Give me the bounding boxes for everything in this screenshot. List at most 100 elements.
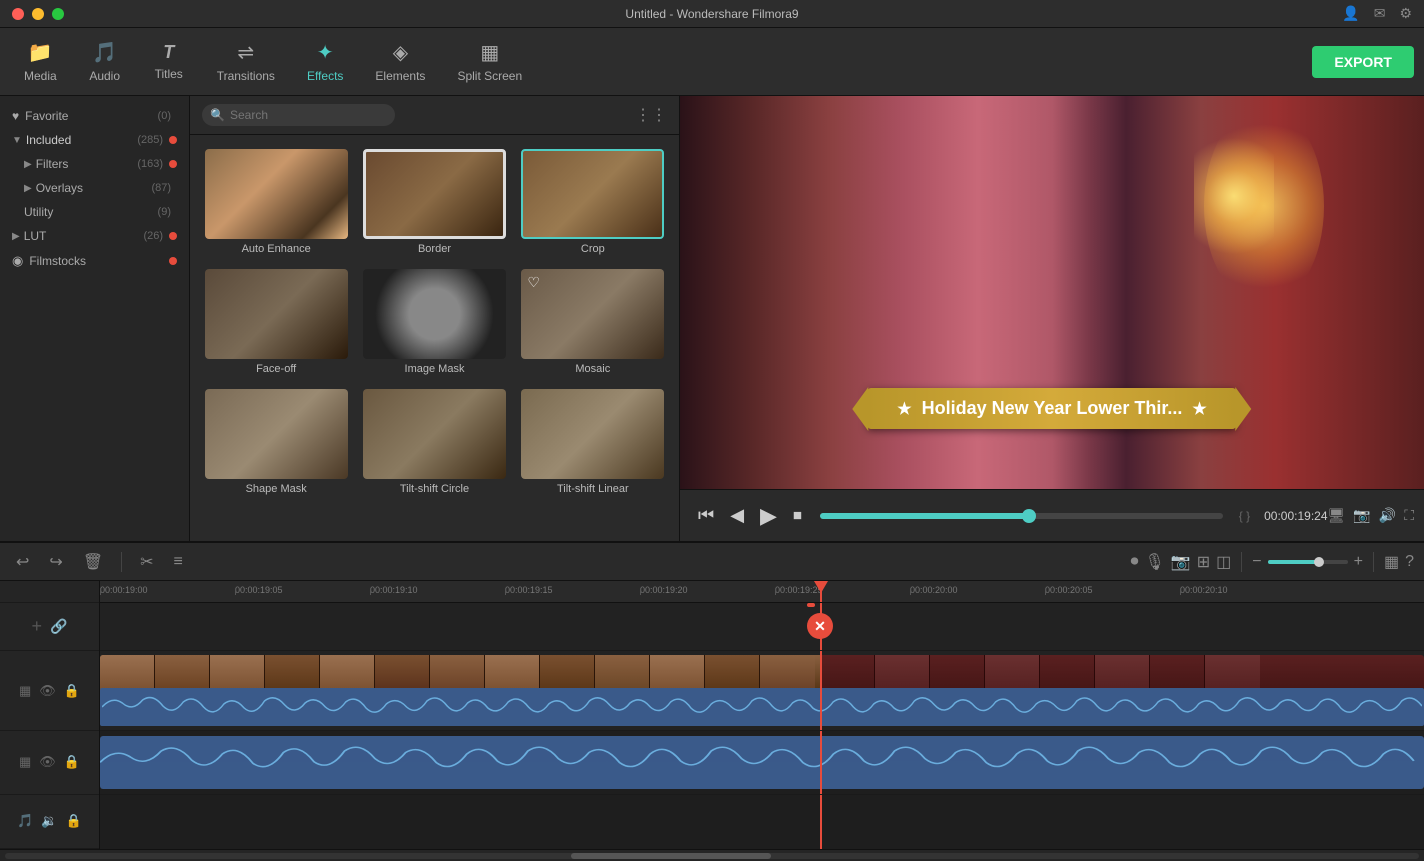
progress-bar[interactable] xyxy=(820,513,1223,519)
favorite-heart-icon: ♡ xyxy=(527,274,540,291)
titlebar: Untitled - Wondershare Filmora9 👤 ✉ ⚙ xyxy=(0,0,1424,28)
titles-icon: T xyxy=(163,42,174,63)
audio-clip xyxy=(100,736,1424,789)
lower-third-text: Holiday New Year Lower Thir... xyxy=(922,398,1183,419)
effect-thumb-faceoff xyxy=(205,269,348,359)
close-button[interactable] xyxy=(12,8,24,20)
ruler-mark-2: 00:00:19:10 xyxy=(370,585,418,595)
grid-toggle-icon[interactable]: ⋮⋮ xyxy=(635,105,667,125)
effect-crop[interactable]: Crop xyxy=(517,145,669,259)
link-icon[interactable]: 🔗 xyxy=(50,618,67,635)
sidebar-item-lut[interactable]: ▶ LUT (26) xyxy=(0,224,189,248)
sidebar-filters-label: Filters xyxy=(36,157,69,171)
search-input[interactable] xyxy=(202,104,395,126)
zoom-slider[interactable] xyxy=(1268,560,1348,564)
cut-button[interactable]: ✂ xyxy=(134,548,159,576)
zoom-out-button[interactable]: − xyxy=(1252,553,1261,571)
thumb-inner-tiltshift-linear xyxy=(521,389,664,479)
mosaic-tl-icon[interactable]: ◫ xyxy=(1216,552,1231,572)
timeline-scrollbar[interactable] xyxy=(0,849,1424,861)
effect-image-mask[interactable]: Image Mask xyxy=(358,265,510,379)
filmstocks-dot xyxy=(169,257,177,265)
help-icon[interactable]: ? xyxy=(1405,553,1414,571)
track-audio-lock-icon[interactable]: 🔒 xyxy=(64,754,80,770)
track-audio-eye-icon[interactable]: 👁 xyxy=(39,754,56,770)
music-vol-icon[interactable]: 🔉 xyxy=(41,813,57,829)
ruler-mark-3: 00:00:19:15 xyxy=(505,585,553,595)
sidebar-item-overlays[interactable]: ▶ Overlays (87) xyxy=(0,176,189,200)
effect-tiltshift-linear[interactable]: Tilt-shift Linear xyxy=(517,385,669,499)
track-lock-icon[interactable]: 🔒 xyxy=(64,683,80,699)
sidebar-item-favorite[interactable]: ♥ Favorite (0) xyxy=(0,104,189,128)
effect-thumb-shapemask xyxy=(205,389,348,479)
record-button[interactable]: ⏺ xyxy=(1131,553,1139,571)
undo-button[interactable]: ↩ xyxy=(10,548,35,576)
thumb-inner-shapemask xyxy=(205,389,348,479)
effect-tiltshift-circle[interactable]: Tilt-shift Circle xyxy=(358,385,510,499)
nav-effects[interactable]: ✦ Effects xyxy=(293,34,357,89)
stop-button[interactable]: ⏹ xyxy=(785,501,810,530)
skip-back-button[interactable]: ⏮ xyxy=(690,501,722,530)
sidebar-favorite-count: (0) xyxy=(158,110,171,122)
sparkler-glow-2 xyxy=(1194,116,1274,276)
waveform-svg xyxy=(102,688,1422,726)
nav-elements[interactable]: ◈ Elements xyxy=(361,34,439,89)
effect-auto-enhance[interactable]: Auto Enhance xyxy=(200,145,352,259)
effects-panel: 🔍 ⋮⋮ Auto Enhance Bord xyxy=(190,96,680,541)
lut-dot xyxy=(169,232,177,240)
voiceover-icon[interactable]: 🎙 xyxy=(1145,552,1165,572)
search-input-wrap: 🔍 xyxy=(202,104,627,126)
minimize-button[interactable] xyxy=(32,8,44,20)
snapshot-tl-icon[interactable]: 📷 xyxy=(1171,552,1191,572)
step-back-button[interactable]: ◀ xyxy=(722,501,752,530)
effect-border[interactable]: Border xyxy=(358,145,510,259)
list-button[interactable]: ≡ xyxy=(168,549,189,575)
effect-thumb-crop xyxy=(521,149,664,239)
grid-view-icon[interactable]: ▦ xyxy=(1384,552,1399,572)
nav-titles[interactable]: T Titles xyxy=(139,36,199,87)
effect-label-crop: Crop xyxy=(581,243,605,255)
sidebar-item-filters[interactable]: ▶ Filters (163) xyxy=(0,152,189,176)
pip-icon[interactable]: ⊞ xyxy=(1197,552,1210,572)
maximize-button[interactable] xyxy=(52,8,64,20)
volume-icon[interactable]: 🔊 xyxy=(1379,507,1396,524)
progress-thumb xyxy=(1022,509,1036,523)
add-track-icon[interactable]: + xyxy=(32,616,43,637)
zoom-in-button[interactable]: + xyxy=(1354,553,1363,571)
effect-face-off[interactable]: Face-off xyxy=(200,265,352,379)
scroll-track[interactable] xyxy=(5,853,1419,859)
sidebar-item-filmstocks[interactable]: ◉ Filmstocks xyxy=(0,248,189,274)
track-eye-icon[interactable]: 👁 xyxy=(39,683,56,699)
sidebar-item-utility[interactable]: Utility (9) xyxy=(0,200,189,224)
audio-track xyxy=(100,731,1424,795)
nav-transitions[interactable]: ⇌ Transitions xyxy=(203,34,289,89)
nav-split-screen[interactable]: ▦ Split Screen xyxy=(443,34,536,89)
playback-controls: ⏮ ◀ ▶ ⏹ { } 00:00:19:24 🖥 📷 🔊 ⛶ xyxy=(680,489,1424,541)
filmstocks-icon: ◉ xyxy=(12,253,23,269)
ruler-mark-6: 00:00:20:00 xyxy=(910,585,958,595)
traffic-lights xyxy=(12,8,64,20)
track-ctrl-video: ▦ 👁 🔒 xyxy=(0,651,99,731)
snapshot-icon[interactable]: 📷 xyxy=(1353,507,1370,524)
time-display: 00:00:19:24 xyxy=(1264,509,1327,523)
music-lock-icon[interactable]: 🔒 xyxy=(66,813,82,829)
delete-button[interactable]: 🗑 xyxy=(77,548,109,576)
audio-waveform-svg xyxy=(100,736,1424,789)
play-button[interactable]: ▶ xyxy=(752,499,785,533)
effect-mosaic[interactable]: ♡ Mosaic xyxy=(517,265,669,379)
redo-button[interactable]: ↪ xyxy=(43,548,68,576)
monitor-icon[interactable]: 🖥 xyxy=(1328,507,1346,524)
track-ctrl-empty: + 🔗 xyxy=(0,603,99,651)
audio-wave-path xyxy=(100,747,1414,766)
scroll-thumb[interactable] xyxy=(571,853,771,859)
sidebar-item-included[interactable]: ▼ Included (285) xyxy=(0,128,189,152)
music-icon: 🎵 xyxy=(17,813,33,829)
export-button[interactable]: EXPORT xyxy=(1312,46,1414,78)
effect-shape-mask[interactable]: Shape Mask xyxy=(200,385,352,499)
nav-audio[interactable]: 🎵 Audio xyxy=(75,34,135,89)
chevron-right-icon-lut: ▶ xyxy=(12,231,20,242)
nav-media[interactable]: 📁 Media xyxy=(10,34,71,89)
audio-icon: 🎵 xyxy=(92,40,117,65)
fullscreen-icon[interactable]: ⛶ xyxy=(1404,507,1414,524)
sidebar-filmstocks-label: Filmstocks xyxy=(29,254,86,268)
